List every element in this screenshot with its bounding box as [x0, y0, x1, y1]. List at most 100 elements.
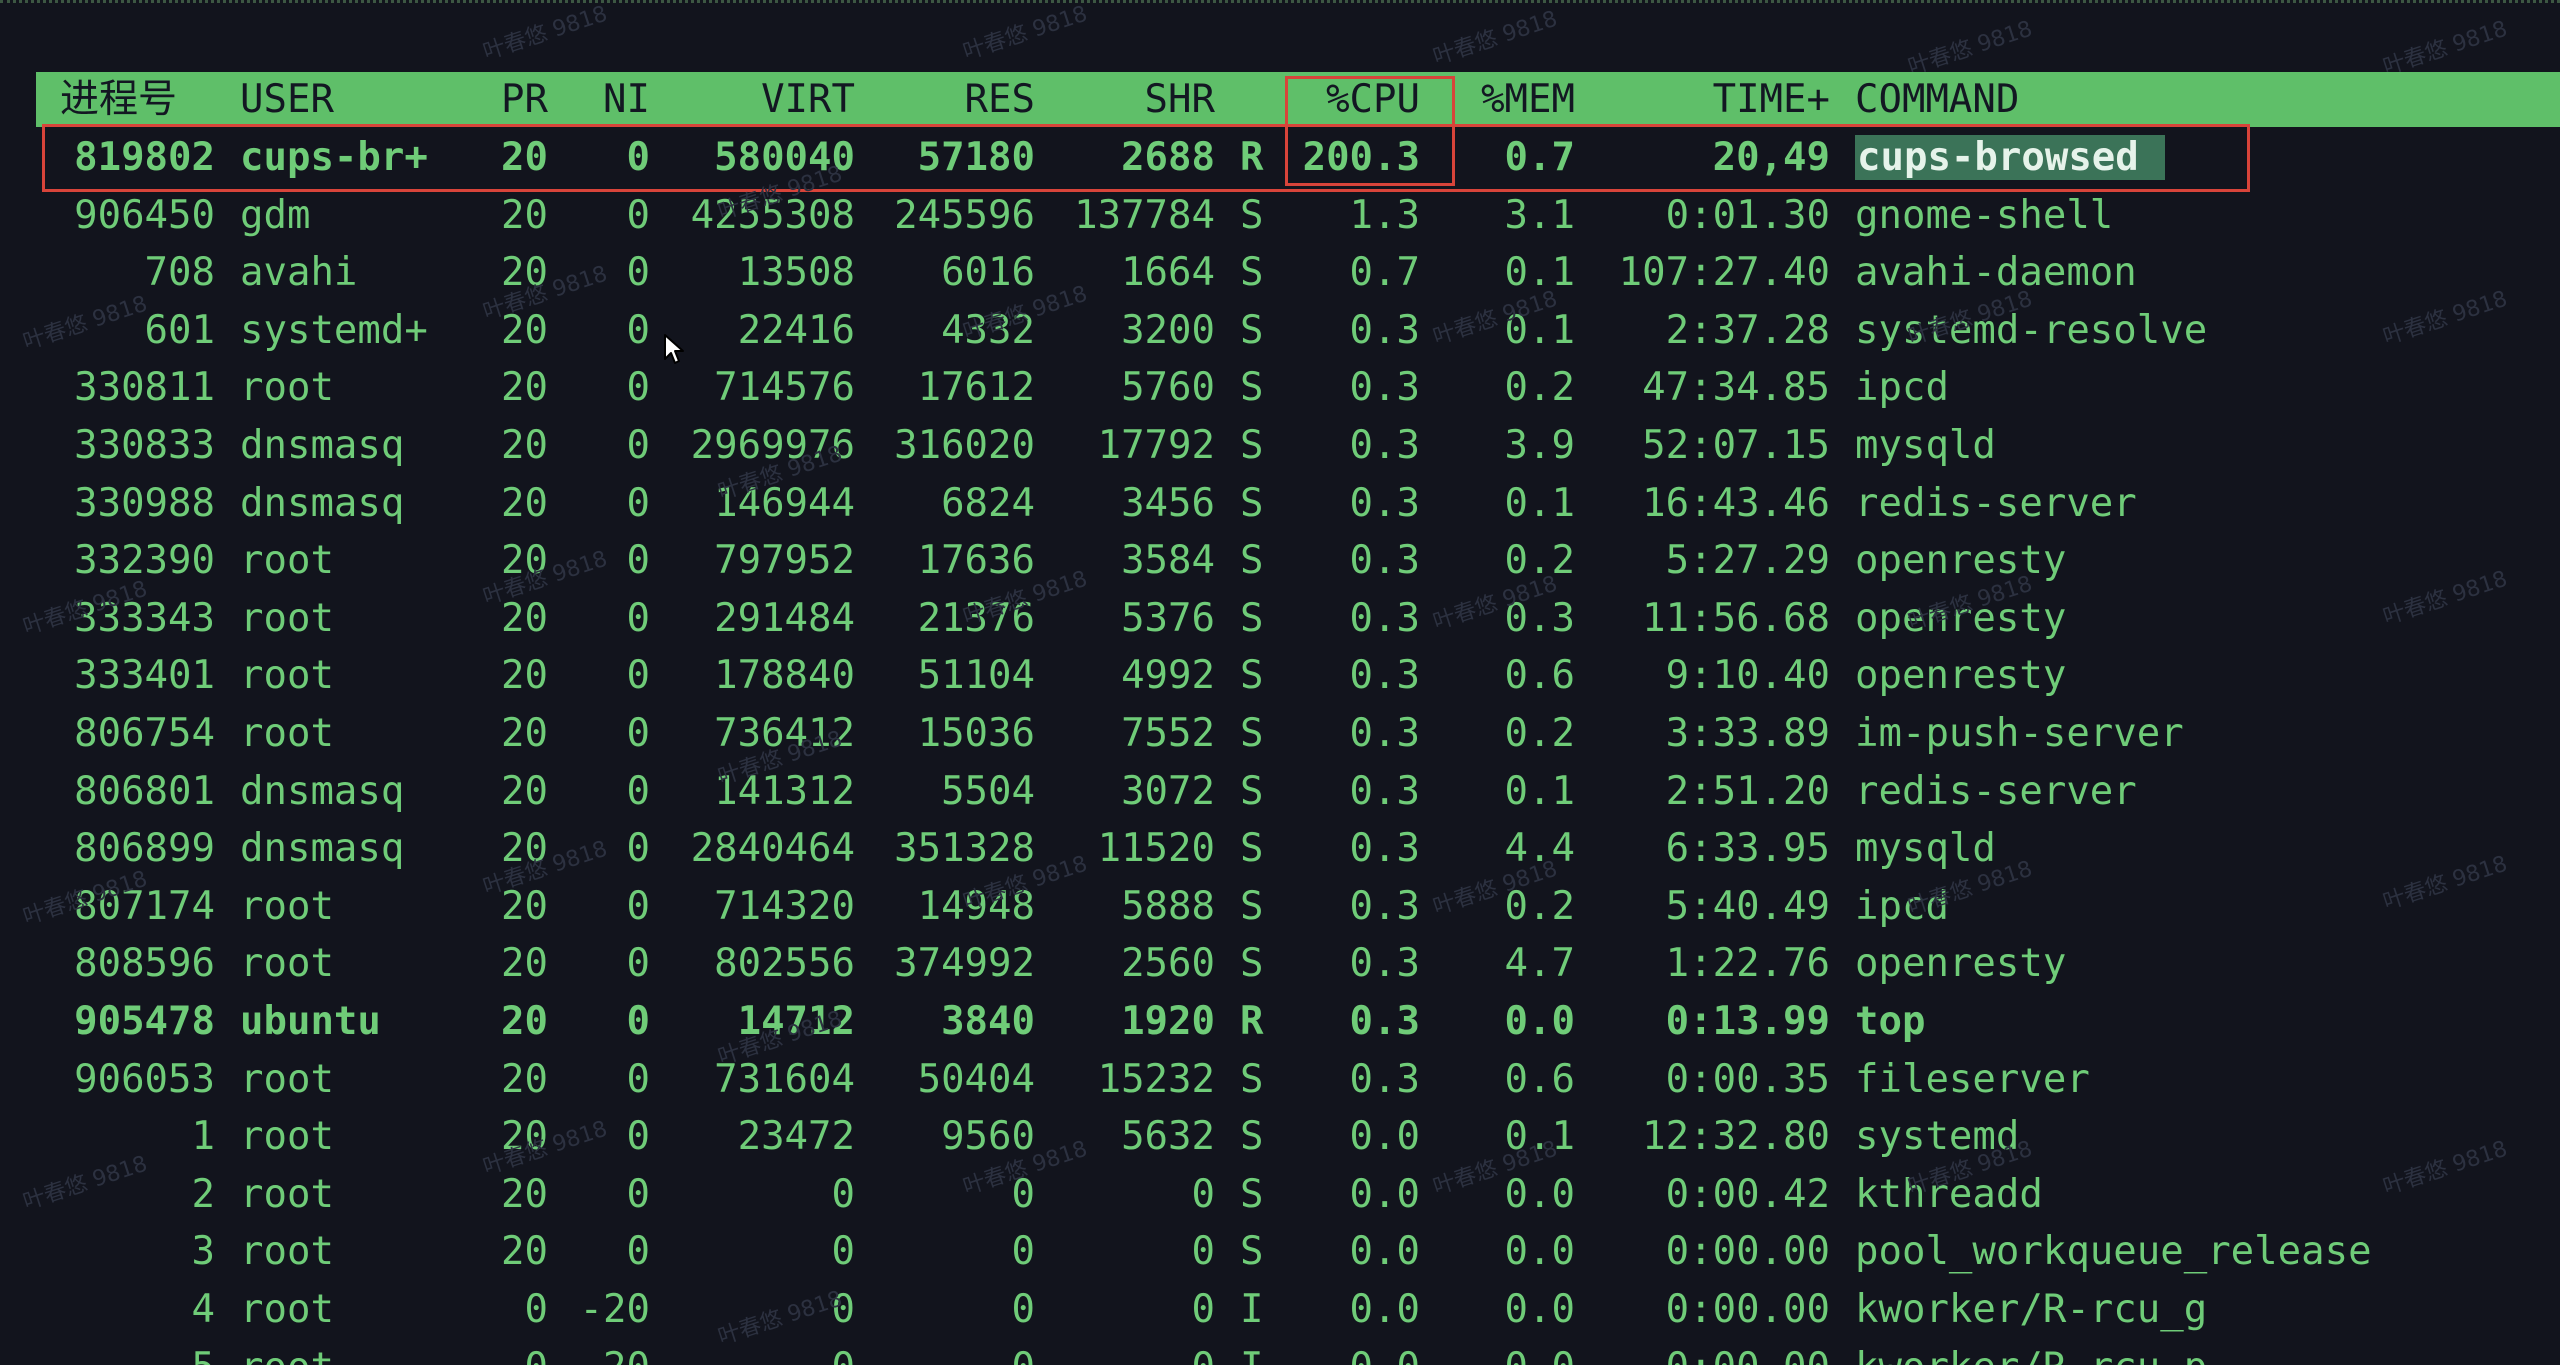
process-cpu-cell: 0.3: [1349, 826, 1420, 872]
process-pr-cell: 20: [501, 1171, 548, 1217]
process-user-cell: cups-br+: [240, 135, 428, 180]
process-user-cell: root: [240, 883, 334, 929]
process-row[interactable]: 806801 dnsmasq 20 0 141312 5504 3072 S 0.3 0.1 2:5…: [0, 763, 2560, 821]
process-res-cell: 351328: [894, 826, 1035, 872]
process-command-cell: gnome-shell: [1855, 192, 2114, 238]
process-user-cell: dnsmasq: [240, 480, 405, 526]
process-row[interactable]: 601 systemd+ 20 0 22416 4332 3200 S 0.3 0.1 2:37.2…: [0, 302, 2560, 360]
process-command-cell: mysqld: [1855, 826, 1996, 872]
process-pid-cell: 3: [191, 1229, 215, 1275]
process-mem-cell: 4.7: [1504, 941, 1575, 987]
process-virt-cell: 2840464: [690, 826, 855, 872]
process-row[interactable]: 819802 cups-br+ 20 0 580040 57180 2688 R 200.3 0.…: [0, 129, 2560, 187]
process-time-cell: 0:00.00: [1580, 1339, 1830, 1365]
process-res-cell: 57180: [917, 135, 1035, 180]
process-row[interactable]: 4 root 0 -20 0 0 0 I 0.0 0.0 0:00.00 kworker/R-rcu_…: [0, 1281, 2560, 1339]
process-shr-cell: 17792: [1097, 423, 1215, 468]
process-ni-cell: 0: [626, 1171, 650, 1217]
process-pr-cell: 20: [501, 768, 548, 814]
process-row[interactable]: 330811 root 20 0 714576 17612 5760 S 0.3 0.2 47:34…: [0, 359, 2560, 417]
process-row[interactable]: 333343 root 20 0 291484 21376 5376 S 0.3 0.3 11:56…: [0, 590, 2560, 648]
process-shr-cell: 2688: [1121, 135, 1215, 180]
process-s-cell: S: [1240, 941, 1264, 987]
process-command-cell: ipcd: [1855, 883, 1949, 929]
process-pr-cell: 20: [501, 941, 548, 987]
process-pid-cell: 333343: [74, 595, 215, 641]
process-pid-cell: 330833: [74, 423, 215, 468]
process-pid-cell: 806899: [74, 826, 215, 872]
process-pr-cell: 20: [501, 192, 548, 238]
process-res-cell: 6824: [941, 480, 1035, 526]
process-virt-cell: 580040: [714, 135, 855, 180]
process-ni-cell: 0: [626, 999, 650, 1044]
process-row[interactable]: 808596 root 20 0 802556 374992 2560 S 0.3 4.7 1:22…: [0, 935, 2560, 993]
process-virt-cell: 2969976: [690, 423, 855, 468]
process-time-cell: 107:27.40: [1618, 250, 1830, 296]
process-cpu-cell: 0.3: [1349, 595, 1420, 641]
process-s-cell: S: [1240, 653, 1264, 699]
process-row[interactable]: 333401 root 20 0 178840 51104 4992 S 0.3 0.6 9:10.…: [0, 647, 2560, 705]
process-row[interactable]: 906053 root 20 0 731604 50404 15232 S 0.3 0.6 0:00…: [0, 1051, 2560, 1109]
process-shr-cell: 5632: [1121, 1114, 1215, 1160]
process-ni-cell: 0: [626, 883, 650, 929]
header-res: RES: [964, 77, 1035, 122]
process-s-cell: S: [1240, 1171, 1264, 1217]
process-cpu-cell: 0.3: [1349, 307, 1420, 353]
process-user-cell: root: [240, 538, 334, 584]
process-row[interactable]: 708 avahi 20 0 13508 6016 1664 S 0.7 0.1 107:27.40…: [0, 244, 2560, 302]
process-row[interactable]: 330988 dnsmasq 20 0 146944 6824 3456 S 0.3 0.1 16:…: [0, 475, 2560, 533]
process-row[interactable]: 330833 dnsmasq 20 0 2969976 316020 17792 S 0.3 3.…: [0, 417, 2560, 475]
process-cpu-cell: 0.0: [1349, 1287, 1420, 1332]
process-mem-cell: 3.1: [1504, 192, 1575, 238]
process-s-cell: S: [1240, 711, 1264, 756]
process-shr-cell: 4992: [1121, 653, 1215, 699]
process-s-cell: S: [1240, 1114, 1264, 1160]
process-row[interactable]: 2 root 20 0 0 0 0 S 0.0 0.0 0:00.42 kthreadd: [0, 1166, 2560, 1224]
process-pr-cell: 20: [501, 1056, 548, 1102]
process-time-cell: 52:07.15: [1642, 423, 1830, 468]
process-time-cell: 2:51.20: [1665, 768, 1830, 814]
process-pr-cell: 20: [501, 365, 548, 411]
process-shr-cell: 5760: [1121, 365, 1215, 411]
process-cpu-cell: 1.3: [1349, 192, 1420, 238]
process-virt-cell: 4255308: [690, 192, 855, 238]
process-res-cell: 21376: [917, 595, 1035, 641]
process-command-cell: systemd-resolve: [1855, 307, 2208, 353]
process-shr-cell: 0: [1191, 1287, 1215, 1332]
process-shr-cell: 1664: [1121, 250, 1215, 296]
header-shr: SHR: [1144, 77, 1215, 122]
process-command-cell: im-push-server: [1855, 711, 2184, 756]
header-time: TIME+: [1712, 77, 1830, 122]
process-pr-cell: 0: [470, 1339, 548, 1365]
process-ni-cell: 0: [626, 941, 650, 987]
process-virt-cell: 23472: [737, 1114, 855, 1160]
process-row[interactable]: 5root0-20000I0.00.00:00.00kworker/R-rcu_…: [0, 1339, 2560, 1365]
process-row[interactable]: 1 root 20 0 23472 9560 5632 S 0.0 0.1 12:32.80 syst…: [0, 1108, 2560, 1166]
process-s-cell: S: [1240, 423, 1264, 468]
top-terminal[interactable]: 进程号 USER PR NI VIRT RES SHR %CPU %MEM TI…: [0, 0, 2560, 1365]
process-row[interactable]: 806899 dnsmasq 20 0 2840464 351328 11520 S 0.3 4.…: [0, 820, 2560, 878]
process-ni-cell: 0: [626, 480, 650, 526]
process-pr-cell: 20: [501, 595, 548, 641]
process-cpu-cell: 0.0: [1349, 1171, 1420, 1217]
process-virt-cell: 0: [831, 1287, 855, 1332]
process-pid-cell: 708: [144, 250, 215, 296]
process-s-cell: S: [1240, 1229, 1264, 1275]
process-time-cell: 3:33.89: [1665, 711, 1830, 756]
process-cpu-cell: 0.3: [1349, 711, 1420, 756]
process-row[interactable]: 332390 root 20 0 797952 17636 3584 S 0.3 0.2 5:27.…: [0, 532, 2560, 590]
process-user-cell: root: [240, 1171, 334, 1217]
process-command-cell: kworker/R-rcu_g: [1855, 1287, 2208, 1332]
process-user-cell: avahi: [240, 250, 358, 296]
process-command-cell: openresty: [1855, 653, 2067, 699]
process-row[interactable]: 3 root 20 0 0 0 0 S 0.0 0.0 0:00.00 pool_workqueue_…: [0, 1223, 2560, 1281]
process-row[interactable]: 807174 root 20 0 714320 14948 5888 S 0.3 0.2 5:40.…: [0, 878, 2560, 936]
process-row[interactable]: 806754 root 20 0 736412 15036 7552 S 0.3 0.2 3:33.…: [0, 705, 2560, 763]
process-pr-cell: 0: [524, 1287, 548, 1332]
process-user-cell: root: [240, 941, 334, 987]
process-time-cell: 9:10.40: [1665, 653, 1830, 699]
process-row[interactable]: 906450 gdm 20 0 4255308 245596 137784 S 1.3 3.1 0:…: [0, 187, 2560, 245]
process-virt-cell: 141312: [714, 768, 855, 814]
process-row[interactable]: 905478 ubuntu 20 0 14712 3840 1920 R 0.3 0.0 0:13.…: [0, 993, 2560, 1051]
process-mem-cell: 0.0: [1504, 1287, 1575, 1332]
